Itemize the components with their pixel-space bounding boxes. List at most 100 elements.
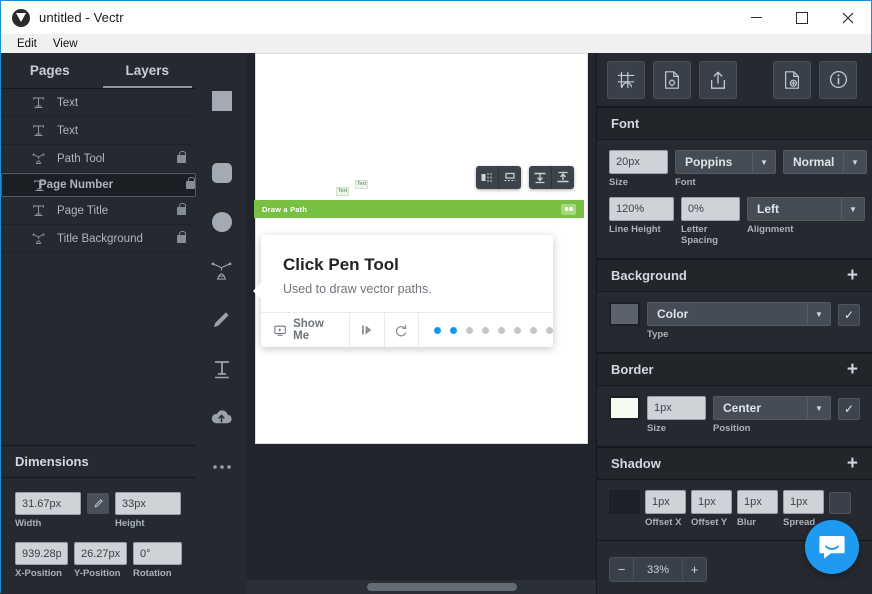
tour-step-dot[interactable] bbox=[529, 326, 537, 334]
y-position-input[interactable] bbox=[74, 542, 127, 565]
text-icon bbox=[32, 178, 46, 192]
layer-row[interactable]: Title Background bbox=[1, 225, 196, 253]
background-type-select[interactable]: Color ▼ bbox=[647, 302, 831, 326]
align-group-horizontal bbox=[476, 166, 521, 189]
zoom-out-button[interactable]: − bbox=[610, 558, 633, 581]
tour-mask-icon[interactable] bbox=[561, 203, 576, 215]
add-border-button[interactable]: + bbox=[847, 360, 858, 379]
canvas-text-object[interactable]: Text bbox=[355, 180, 369, 189]
vectr-logo-icon bbox=[12, 8, 30, 27]
tour-step-dot[interactable] bbox=[465, 326, 473, 334]
show-me-label: Show Me bbox=[293, 318, 324, 342]
rounded-rectangle-tool-button[interactable] bbox=[196, 148, 247, 197]
distribute-horizontal-icon bbox=[504, 172, 516, 181]
border-size-input[interactable] bbox=[647, 396, 706, 420]
next-step-button[interactable] bbox=[350, 313, 385, 347]
border-color-swatch[interactable] bbox=[609, 396, 640, 420]
distribute-horizontal-button[interactable] bbox=[499, 166, 521, 189]
width-field-wrap: Width bbox=[15, 492, 81, 529]
document-settings-button[interactable] bbox=[653, 60, 691, 99]
text-tool-button[interactable] bbox=[196, 344, 247, 393]
menu-edit[interactable]: Edit bbox=[9, 37, 45, 51]
layer-row[interactable]: Path Tool bbox=[1, 145, 196, 173]
add-background-button[interactable]: + bbox=[847, 266, 858, 285]
shadow-color-swatch[interactable] bbox=[609, 490, 640, 514]
lock-icon[interactable] bbox=[177, 202, 186, 215]
new-document-button[interactable] bbox=[773, 60, 811, 99]
x-position-input[interactable] bbox=[15, 542, 68, 565]
align-vertical-top-button[interactable] bbox=[529, 166, 552, 189]
align-horizontal-center-button[interactable] bbox=[476, 166, 499, 189]
tour-header-title: Draw a Path bbox=[262, 204, 308, 214]
right-toolbar bbox=[597, 53, 872, 107]
menu-bar: Edit View bbox=[1, 34, 871, 53]
font-weight-select[interactable]: Normal ▼ bbox=[783, 150, 867, 174]
align-vertical-bottom-button[interactable] bbox=[552, 166, 574, 189]
info-button[interactable] bbox=[819, 60, 857, 99]
pencil-tool-button[interactable] bbox=[196, 295, 247, 344]
font-size-input[interactable] bbox=[609, 150, 668, 174]
height-input[interactable] bbox=[115, 492, 181, 515]
tab-layers[interactable]: Layers bbox=[99, 53, 197, 88]
canvas-text-object[interactable]: Text bbox=[336, 187, 350, 196]
shadow-section-header: Shadow + bbox=[597, 447, 872, 480]
lock-icon[interactable] bbox=[177, 230, 186, 243]
align-vertical-bottom-icon bbox=[557, 171, 569, 183]
shadow-offset-y-input[interactable] bbox=[691, 490, 732, 514]
shadow-enabled-checkbox[interactable] bbox=[829, 492, 851, 514]
letter-spacing-input[interactable] bbox=[681, 197, 740, 221]
tour-step-dot[interactable] bbox=[433, 326, 441, 334]
more-options-button[interactable] bbox=[196, 442, 247, 491]
horizontal-scrollbar[interactable] bbox=[247, 580, 596, 594]
border-enabled-checkbox[interactable]: ✓ bbox=[838, 398, 860, 420]
zoom-level-value[interactable]: 33% bbox=[633, 558, 683, 581]
rotation-input[interactable] bbox=[133, 542, 182, 565]
layer-row[interactable]: Page Number bbox=[1, 173, 196, 197]
intercom-chat-button[interactable] bbox=[805, 520, 859, 574]
border-position-select[interactable]: Center ▼ bbox=[713, 396, 831, 420]
font-family-select[interactable]: Poppins ▼ bbox=[675, 150, 776, 174]
show-me-button[interactable]: Show Me bbox=[261, 313, 351, 347]
menu-view[interactable]: View bbox=[45, 37, 86, 51]
link-ratio-icon[interactable] bbox=[87, 493, 109, 514]
chevron-down-icon: ▼ bbox=[841, 198, 864, 220]
upload-image-button[interactable] bbox=[196, 393, 247, 442]
shadow-offset-x-input[interactable] bbox=[645, 490, 686, 514]
line-height-input[interactable] bbox=[609, 197, 674, 221]
zoom-in-button[interactable]: + bbox=[683, 558, 706, 581]
add-shadow-button[interactable]: + bbox=[847, 454, 858, 473]
maximize-button[interactable] bbox=[779, 1, 825, 34]
path-tool-button[interactable] bbox=[196, 246, 247, 295]
text-icon bbox=[31, 204, 45, 218]
layer-name: Page Number bbox=[39, 179, 114, 191]
layer-row[interactable]: Text bbox=[1, 89, 196, 117]
lock-icon[interactable] bbox=[186, 177, 195, 189]
upload-image-icon bbox=[211, 410, 232, 424]
shadow-blur-input[interactable] bbox=[737, 490, 778, 514]
tour-step-dot[interactable] bbox=[497, 326, 505, 334]
ellipse-tool-button[interactable] bbox=[196, 197, 247, 246]
tab-pages[interactable]: Pages bbox=[1, 53, 99, 88]
background-color-swatch[interactable] bbox=[609, 302, 640, 326]
tour-step-dot[interactable] bbox=[481, 326, 489, 334]
align-horizontal-center-icon bbox=[481, 173, 492, 182]
layer-row[interactable]: Page Title bbox=[1, 197, 196, 225]
grid-guides-button[interactable] bbox=[607, 60, 645, 99]
export-share-button[interactable] bbox=[699, 60, 737, 99]
lock-icon[interactable] bbox=[177, 150, 186, 163]
tab-layers-label: Layers bbox=[125, 63, 170, 78]
tour-step-dot[interactable] bbox=[513, 326, 521, 334]
maximize-icon bbox=[796, 11, 808, 24]
background-enabled-checkbox[interactable]: ✓ bbox=[838, 304, 860, 326]
close-button[interactable] bbox=[825, 1, 871, 34]
shadow-spread-input[interactable] bbox=[783, 490, 824, 514]
tour-step-dot[interactable] bbox=[545, 326, 553, 334]
minimize-button[interactable] bbox=[733, 1, 779, 34]
alignment-select[interactable]: Left ▼ bbox=[747, 197, 865, 221]
rectangle-tool-button[interactable] bbox=[196, 53, 247, 148]
horizontal-scrollbar-thumb[interactable] bbox=[367, 583, 517, 591]
width-input[interactable] bbox=[15, 492, 81, 515]
restart-tour-button[interactable] bbox=[385, 313, 419, 347]
tour-step-dot[interactable] bbox=[449, 326, 457, 334]
layer-row[interactable]: Text bbox=[1, 117, 196, 145]
